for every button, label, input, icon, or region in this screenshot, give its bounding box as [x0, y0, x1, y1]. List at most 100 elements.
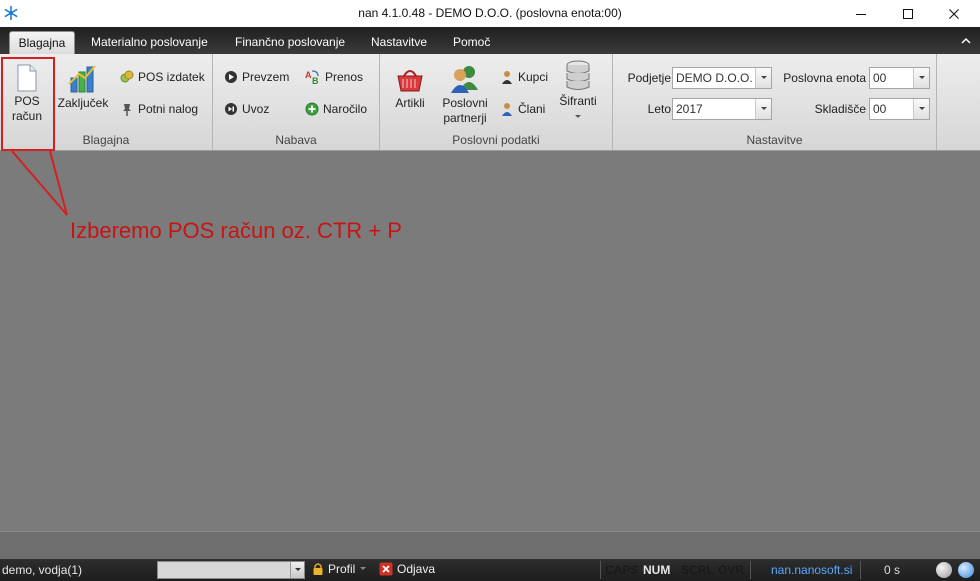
leto-dropdown-button[interactable]	[755, 99, 771, 119]
tab-financno-poslovanje[interactable]: Finančno poslovanje	[231, 31, 349, 54]
prevzem-label: Prevzem	[242, 70, 290, 84]
artikli-label: Artikli	[395, 96, 425, 110]
kupci-label: Kupci	[518, 70, 549, 84]
sifranti-button[interactable]: Šifranti	[555, 60, 601, 124]
leto-combo[interactable]: 2017	[672, 98, 772, 120]
potni-nalog-label: Potni nalog	[138, 102, 199, 116]
svg-text:B: B	[312, 76, 319, 85]
leto-value: 2017	[676, 102, 703, 116]
odjava-label: Odjava	[397, 562, 436, 576]
nanosoft-link[interactable]: nan.nanosoft.si	[771, 563, 852, 577]
prenos-label: Prenos	[325, 70, 364, 84]
zakljucek-label: Zaključek	[57, 96, 109, 110]
annotation-text: Izberemo POS račun oz. CTR + P	[70, 218, 402, 243]
window-title: nan 4.1.0.48 - DEMO D.O.O. (poslovna eno…	[358, 6, 622, 20]
ribbon-group-nastavitve: Podjetje DEMO D.O.O. Leto 2017 Poslovna …	[613, 54, 937, 150]
pos-izdatek-button[interactable]: POS izdatek	[120, 67, 205, 87]
kupci-button[interactable]: Kupci	[500, 67, 548, 87]
poslovni-partnerji-button[interactable]: Poslovni partnerji	[439, 64, 491, 126]
group-label-poslovni-podatki: Poslovni podatki	[452, 133, 540, 147]
skladisce-dropdown-button[interactable]	[913, 99, 929, 119]
status-combo-dropdown[interactable]	[290, 562, 304, 578]
coins-icon	[120, 70, 134, 83]
odjava-button[interactable]: Odjava	[379, 562, 435, 576]
play-circle-icon	[225, 71, 237, 83]
people-icon	[451, 66, 478, 93]
tab-materialno-poslovanje[interactable]: Materialno poslovanje	[87, 31, 212, 54]
tab-nastavitve[interactable]: Nastavitve	[367, 31, 431, 54]
tab-blagajna[interactable]: Blagajna	[9, 31, 75, 54]
group-label-nabava: Nabava	[275, 133, 317, 147]
next-circle-icon	[225, 103, 237, 115]
title-bar: nan 4.1.0.48 - DEMO D.O.O. (poslovna eno…	[0, 0, 980, 27]
num-indicator: NUM	[643, 563, 671, 577]
uvoz-button[interactable]: Uvoz	[224, 99, 269, 119]
profil-button[interactable]: Profil	[312, 562, 367, 576]
tab-pomoc[interactable]: Pomoč	[449, 31, 494, 54]
profil-label: Profil	[328, 562, 356, 576]
maximize-icon	[903, 8, 913, 19]
member-icon	[502, 103, 512, 116]
ovr-indicator: OVR	[718, 563, 745, 577]
group-label-nastavitve: Nastavitve	[746, 133, 803, 147]
close-button[interactable]	[931, 0, 977, 27]
bar-chart-icon	[68, 65, 96, 93]
chevron-down-icon	[294, 568, 301, 571]
status-bar: demo, vodja(1) Profil Odjava CAPS NUM SC…	[0, 559, 980, 581]
workspace-bottom-band	[0, 531, 980, 559]
status-timer: 0 s	[884, 563, 901, 577]
potni-nalog-button[interactable]: Potni nalog	[120, 99, 198, 119]
leto-label: Leto	[647, 102, 671, 116]
narocilo-label: Naročilo	[323, 102, 368, 116]
prevzem-button[interactable]: Prevzem	[224, 67, 289, 87]
caps-indicator: CAPS	[605, 563, 639, 577]
status-separator	[750, 561, 751, 579]
chevron-down-icon	[760, 107, 767, 110]
artikli-button[interactable]: Artikli	[390, 64, 430, 111]
podjetje-value: DEMO D.O.O.	[676, 71, 753, 85]
collapse-ribbon-icon[interactable]	[960, 35, 972, 47]
poslovna-enota-dropdown-button[interactable]	[913, 68, 929, 88]
chevron-down-icon	[918, 107, 925, 110]
uvoz-label: Uvoz	[242, 102, 270, 116]
podjetje-dropdown-button[interactable]	[755, 68, 771, 88]
ribbon: POS račun Zaključek POS izdatek Potni na…	[0, 54, 980, 151]
skladisce-combo[interactable]: 00	[869, 98, 930, 120]
gray-status-orb-icon[interactable]	[936, 562, 952, 578]
minimize-icon	[856, 13, 866, 15]
ribbon-group-poslovni-podatki: Artikli Poslovni partnerji Kupci Člani Š…	[380, 54, 613, 150]
chevron-down-icon	[918, 76, 925, 79]
sifranti-label: Šifranti	[559, 94, 597, 108]
pos-izdatek-label: POS izdatek	[138, 70, 205, 84]
status-separator	[600, 561, 601, 579]
zakljucek-button[interactable]: Zaključek	[56, 64, 110, 111]
status-user: demo, vodja(1)	[2, 563, 83, 577]
poslovna-enota-combo[interactable]: 00	[869, 67, 930, 89]
maximize-button[interactable]	[885, 0, 931, 27]
clani-button[interactable]: Člani	[500, 99, 545, 119]
database-icon	[566, 60, 590, 90]
poslovni-partnerji-label-2: partnerji	[443, 111, 487, 125]
blue-status-orb-icon[interactable]	[958, 562, 974, 578]
chevron-down-icon	[760, 76, 767, 79]
poslovna-enota-label: Poslovna enota	[783, 71, 866, 85]
ab-transfer-icon: A B	[305, 70, 319, 85]
narocilo-button[interactable]: Naročilo	[305, 99, 367, 119]
chevron-down-icon	[575, 115, 581, 118]
poslovna-enota-value: 00	[873, 71, 887, 85]
poslovni-partnerji-label-1: Poslovni	[442, 96, 488, 110]
prenos-button[interactable]: A B Prenos	[305, 67, 363, 87]
workspace	[0, 151, 980, 531]
ribbon-tab-strip: Blagajna Materialno poslovanje Finančno …	[0, 27, 980, 54]
status-combo[interactable]	[157, 561, 305, 579]
lock-icon	[313, 563, 323, 575]
podjetje-label: Podjetje	[627, 71, 671, 85]
svg-text:A: A	[305, 70, 312, 80]
pos-racun-highlight	[1, 57, 55, 151]
podjetje-combo[interactable]: DEMO D.O.O.	[672, 67, 772, 89]
scrl-indicator: SCRL	[681, 563, 714, 577]
minimize-button[interactable]	[838, 0, 884, 27]
close-icon	[949, 8, 959, 19]
user-icon	[502, 71, 512, 84]
ribbon-group-nabava: Prevzem Uvoz A B Prenos Naročilo Nabava	[213, 54, 380, 150]
